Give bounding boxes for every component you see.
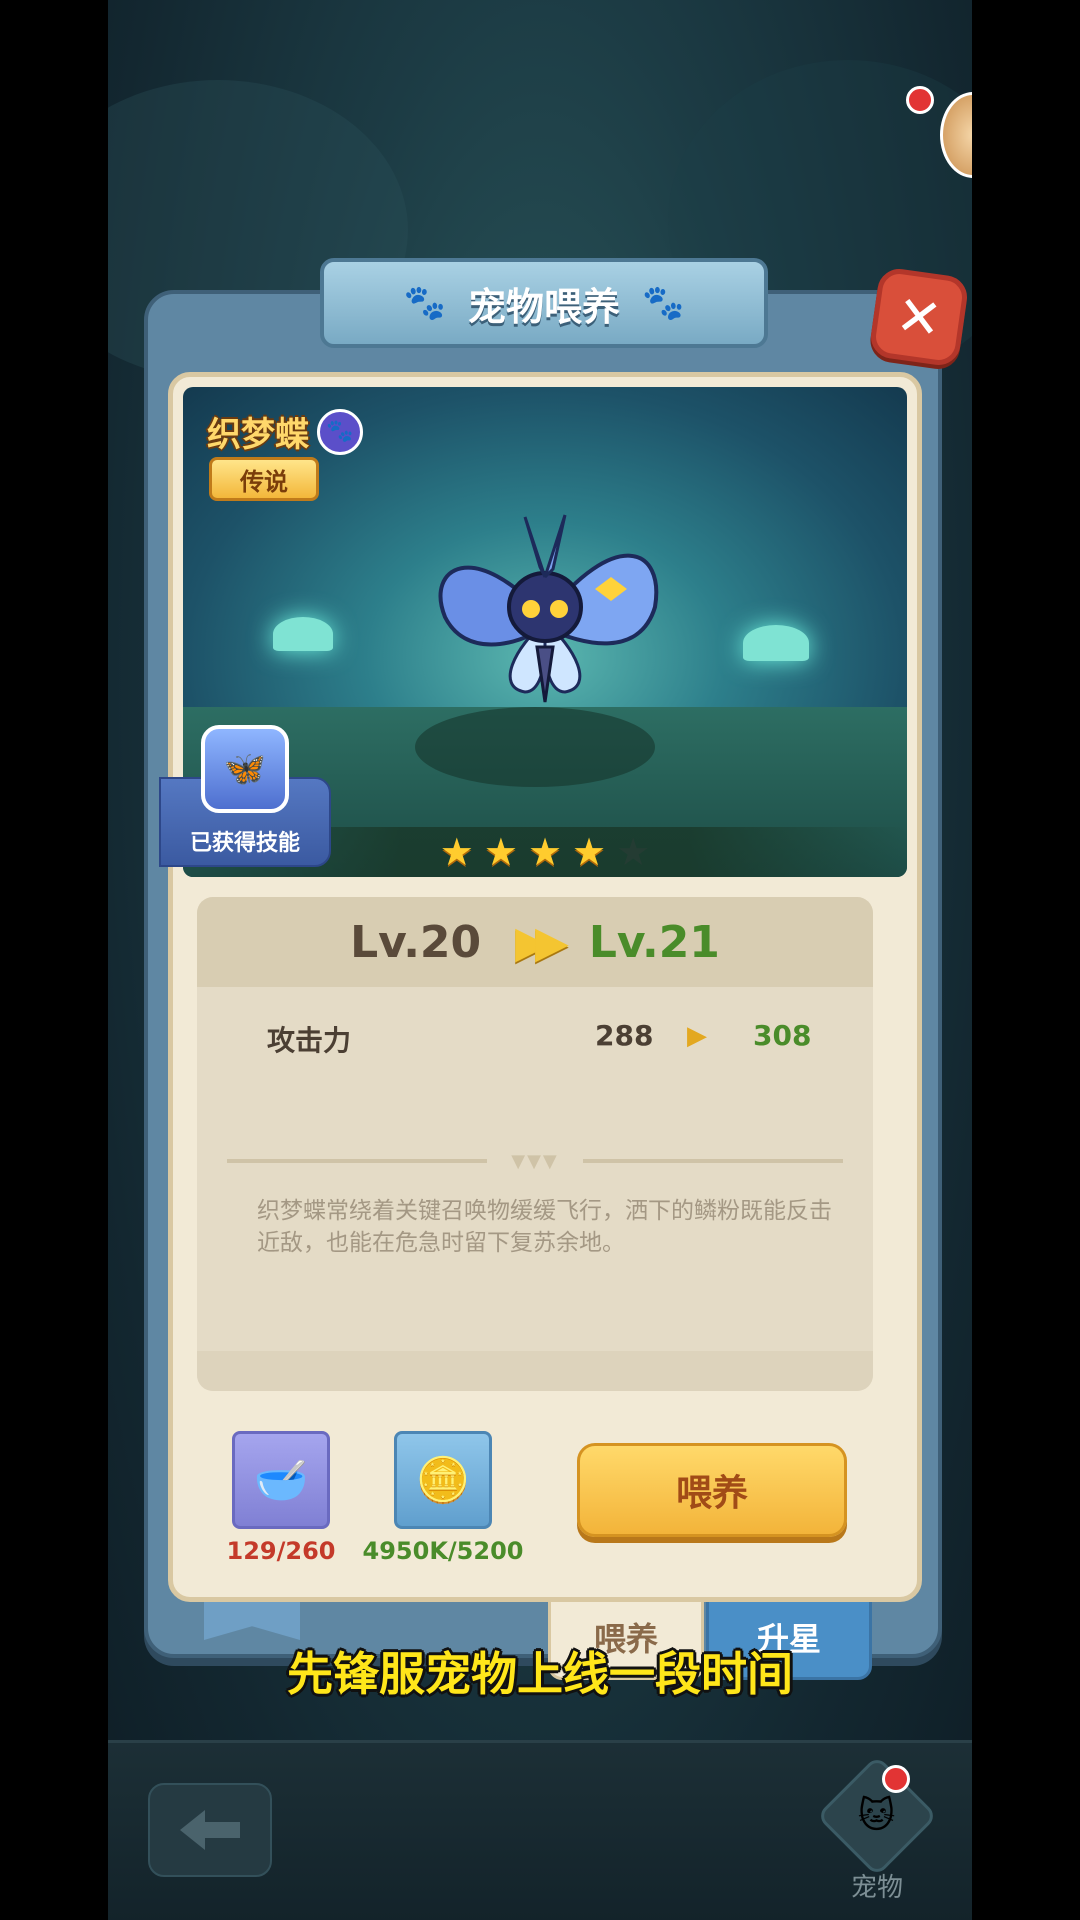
pet-type-paw-icon[interactable]: 🐾 bbox=[317, 408, 363, 455]
level-row: Lv.20 ▶▶ Lv.21 bbox=[197, 897, 873, 987]
star-icon-filled: ★ bbox=[439, 830, 474, 874]
pet-nav-button[interactable]: 🐱 宠物 bbox=[816, 1755, 938, 1903]
dialog-content: 织梦蝶 🐾 传说 ★ ★ ★ ★ ★ 🦋 已获得技能 Lv.20 ▶▶ Lv.2… bbox=[159, 372, 922, 1602]
acquired-skill-button[interactable]: 🦋 已获得技能 bbox=[159, 725, 331, 867]
next-level: Lv.21 bbox=[588, 916, 720, 968]
back-arrow-icon bbox=[180, 1810, 240, 1850]
star-icon-filled: ★ bbox=[483, 830, 518, 874]
butterfly-skill-icon: 🦋 bbox=[201, 725, 289, 813]
coin-resource[interactable]: 🪙 4950K/5200 bbox=[359, 1431, 527, 1565]
divider: ▼▼▼ bbox=[227, 1151, 843, 1172]
star-icon-filled: ★ bbox=[527, 830, 563, 874]
rarity-badge: 传说 bbox=[209, 457, 319, 501]
stat-current-value: 288 bbox=[595, 1019, 654, 1052]
notification-dot bbox=[882, 1765, 910, 1793]
glowing-mushroom bbox=[743, 625, 809, 661]
dialog-title: 宠物喂养 bbox=[467, 284, 620, 329]
close-icon: ✕ bbox=[892, 282, 946, 352]
video-subtitle: 先锋服宠物上线一段时间 bbox=[287, 1647, 793, 1701]
paw-icon: 🐾 bbox=[403, 283, 446, 323]
pet-butterfly-image bbox=[438, 514, 659, 703]
feed-button[interactable]: 喂养 bbox=[577, 1443, 847, 1537]
card-footer-decor bbox=[197, 1351, 873, 1391]
food-count: 129/260 bbox=[226, 1537, 336, 1565]
pet-name-row: 织梦蝶 🐾 bbox=[207, 407, 363, 456]
arrow-right-icon: ▶ bbox=[687, 1021, 707, 1051]
stat-row: 攻击力 288 ▶ 308 bbox=[267, 1019, 827, 1069]
level-info-card: Lv.20 ▶▶ Lv.21 攻击力 288 ▶ 308 ▼▼▼ 织梦蝶常绕着关… bbox=[197, 897, 873, 1391]
notification-dot bbox=[906, 86, 934, 114]
coin-count: 4950K/5200 bbox=[362, 1537, 524, 1565]
stat-name: 攻击力 bbox=[267, 1024, 352, 1057]
coin-icon: 🪙 bbox=[394, 1431, 492, 1529]
double-arrow-icon: ▶▶ bbox=[515, 916, 569, 968]
food-resource[interactable]: 🥣 129/260 bbox=[213, 1431, 349, 1565]
star-icon-filled: ★ bbox=[572, 830, 607, 874]
pet-description: 织梦蝶常绕着关键召唤物缓缓飞行，洒下的鳞粉既能反击近敌，也能在危急时留下复苏余地… bbox=[257, 1198, 832, 1256]
stat-next-value: 308 bbox=[753, 1019, 812, 1052]
bottom-bar: 🐱 宠物 bbox=[108, 1740, 972, 1920]
back-button[interactable] bbox=[148, 1783, 272, 1877]
close-button[interactable]: ✕ bbox=[868, 266, 970, 368]
pet-nav-label: 宠物 bbox=[850, 1873, 903, 1903]
pet-name: 织梦蝶 bbox=[207, 415, 309, 455]
pet-food-bowl-icon: 🥣 bbox=[232, 1431, 330, 1529]
current-level: Lv.20 bbox=[350, 916, 482, 968]
paw-icon: 🐾 bbox=[642, 283, 685, 323]
skill-label: 已获得技能 bbox=[189, 831, 300, 856]
cat-icon: 🐱 bbox=[816, 1755, 938, 1877]
star-icon-empty: ★ bbox=[616, 830, 651, 874]
game-screen: 🐾 宠物喂养 🐾 ✕ 织梦蝶 🐾 传说 ★ ★ ★ ★ ★ 🦋 已获得技能 Lv… bbox=[108, 0, 972, 1920]
dialog-title-banner: 🐾 宠物喂养 🐾 bbox=[320, 258, 768, 348]
glowing-mushroom bbox=[273, 617, 333, 651]
